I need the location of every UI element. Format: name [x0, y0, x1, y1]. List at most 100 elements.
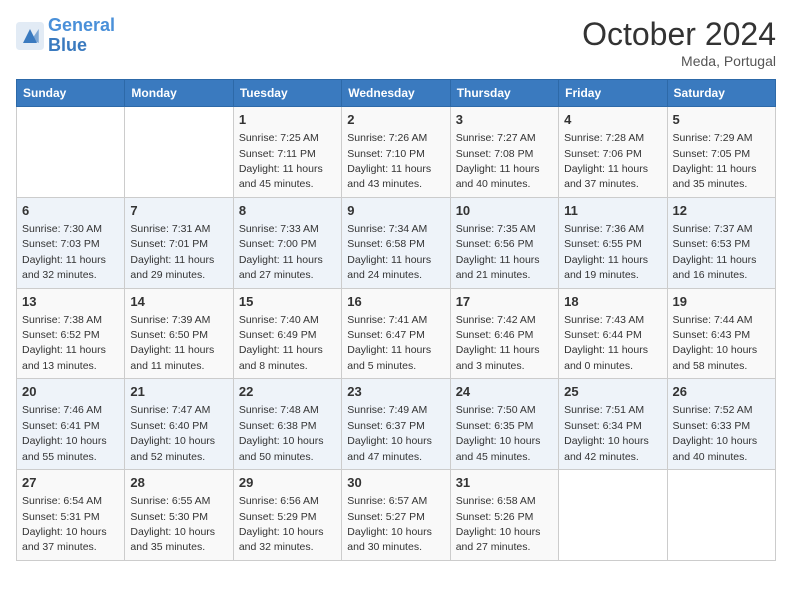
day-info: Sunrise: 7:31 AM Sunset: 7:01 PM Dayligh… [130, 223, 214, 281]
day-info: Sunrise: 6:57 AM Sunset: 5:27 PM Dayligh… [347, 495, 432, 553]
day-number: 28 [130, 474, 227, 492]
week-row-1: 1Sunrise: 7:25 AM Sunset: 7:11 PM Daylig… [17, 107, 776, 198]
day-number: 29 [239, 474, 336, 492]
day-number: 30 [347, 474, 444, 492]
header-row: SundayMondayTuesdayWednesdayThursdayFrid… [17, 80, 776, 107]
day-cell: 15Sunrise: 7:40 AM Sunset: 6:49 PM Dayli… [233, 288, 341, 379]
day-cell: 7 Sunrise: 7:31 AM Sunset: 7:01 PM Daylig… [125, 197, 233, 288]
day-info: Sunrise: 7:43 AM Sunset: 6:44 PM Dayligh… [564, 314, 648, 372]
week-row-5: 27 Sunrise: 6:54 AM Sunset: 5:31 PM Dayli… [17, 470, 776, 561]
week-row-4: 20 Sunrise: 7:46 AM Sunset: 6:41 PM Dayli… [17, 379, 776, 470]
day-cell: 30 Sunrise: 6:57 AM Sunset: 5:27 PM Dayli… [342, 470, 450, 561]
logo-icon [16, 22, 44, 50]
day-cell: 16Sunrise: 7:41 AM Sunset: 6:47 PM Dayli… [342, 288, 450, 379]
day-number: 22 [239, 383, 336, 401]
day-number: 13 [22, 293, 119, 311]
day-number: 7 [130, 202, 227, 220]
header-day-wednesday: Wednesday [342, 80, 450, 107]
day-cell: 22 Sunrise: 7:48 AM Sunset: 6:38 PM Dayli… [233, 379, 341, 470]
day-info: Sunrise: 7:33 AM Sunset: 7:00 PM Dayligh… [239, 223, 323, 281]
day-info: Sunrise: 7:40 AM Sunset: 6:49 PM Dayligh… [239, 314, 323, 372]
logo: General Blue [16, 16, 115, 56]
day-cell [17, 107, 125, 198]
day-cell: 5 Sunrise: 7:29 AM Sunset: 7:05 PM Daylig… [667, 107, 775, 198]
day-number: 16 [347, 293, 444, 311]
day-cell: 12 Sunrise: 7:37 AM Sunset: 6:53 PM Dayli… [667, 197, 775, 288]
day-number: 26 [673, 383, 770, 401]
page-header: General Blue October 2024 Meda, Portugal [16, 16, 776, 69]
day-number: 11 [564, 202, 661, 220]
day-cell: 3 Sunrise: 7:27 AM Sunset: 7:08 PM Daylig… [450, 107, 558, 198]
day-number: 17 [456, 293, 553, 311]
day-info: Sunrise: 6:54 AM Sunset: 5:31 PM Dayligh… [22, 495, 107, 553]
day-cell: 19 Sunrise: 7:44 AM Sunset: 6:43 PM Dayli… [667, 288, 775, 379]
day-cell: 20 Sunrise: 7:46 AM Sunset: 6:41 PM Dayli… [17, 379, 125, 470]
day-number: 23 [347, 383, 444, 401]
day-cell: 4 Sunrise: 7:28 AM Sunset: 7:06 PM Daylig… [559, 107, 667, 198]
day-info: Sunrise: 7:25 AM Sunset: 7:11 PM Dayligh… [239, 132, 323, 190]
location-subtitle: Meda, Portugal [582, 53, 776, 69]
day-info: Sunrise: 7:42 AM Sunset: 6:46 PM Dayligh… [456, 314, 540, 372]
day-info: Sunrise: 7:34 AM Sunset: 6:58 PM Dayligh… [347, 223, 431, 281]
header-day-sunday: Sunday [17, 80, 125, 107]
day-info: Sunrise: 7:49 AM Sunset: 6:37 PM Dayligh… [347, 404, 432, 462]
day-number: 14 [130, 293, 227, 311]
day-cell [125, 107, 233, 198]
day-info: Sunrise: 7:46 AM Sunset: 6:41 PM Dayligh… [22, 404, 107, 462]
day-info: Sunrise: 7:37 AM Sunset: 6:53 PM Dayligh… [673, 223, 757, 281]
day-info: Sunrise: 7:35 AM Sunset: 6:56 PM Dayligh… [456, 223, 540, 281]
day-number: 8 [239, 202, 336, 220]
day-number: 31 [456, 474, 553, 492]
day-number: 3 [456, 111, 553, 129]
day-number: 25 [564, 383, 661, 401]
day-number: 4 [564, 111, 661, 129]
day-info: Sunrise: 7:50 AM Sunset: 6:35 PM Dayligh… [456, 404, 541, 462]
day-cell: 26 Sunrise: 7:52 AM Sunset: 6:33 PM Dayli… [667, 379, 775, 470]
day-cell: 23 Sunrise: 7:49 AM Sunset: 6:37 PM Dayli… [342, 379, 450, 470]
day-number: 21 [130, 383, 227, 401]
day-cell: 9Sunrise: 7:34 AM Sunset: 6:58 PM Daylig… [342, 197, 450, 288]
header-day-friday: Friday [559, 80, 667, 107]
logo-line1: General [48, 15, 115, 35]
day-info: Sunrise: 7:28 AM Sunset: 7:06 PM Dayligh… [564, 132, 648, 190]
day-number: 24 [456, 383, 553, 401]
day-info: Sunrise: 7:36 AM Sunset: 6:55 PM Dayligh… [564, 223, 648, 281]
day-info: Sunrise: 7:52 AM Sunset: 6:33 PM Dayligh… [673, 404, 758, 462]
day-info: Sunrise: 6:55 AM Sunset: 5:30 PM Dayligh… [130, 495, 215, 553]
calendar-body: 1Sunrise: 7:25 AM Sunset: 7:11 PM Daylig… [17, 107, 776, 561]
day-info: Sunrise: 7:47 AM Sunset: 6:40 PM Dayligh… [130, 404, 215, 462]
week-row-3: 13Sunrise: 7:38 AM Sunset: 6:52 PM Dayli… [17, 288, 776, 379]
day-number: 12 [673, 202, 770, 220]
day-info: Sunrise: 7:48 AM Sunset: 6:38 PM Dayligh… [239, 404, 324, 462]
day-number: 19 [673, 293, 770, 311]
day-cell: 29Sunrise: 6:56 AM Sunset: 5:29 PM Dayli… [233, 470, 341, 561]
logo-text: General Blue [48, 16, 115, 56]
day-number: 10 [456, 202, 553, 220]
day-cell: 6Sunrise: 7:30 AM Sunset: 7:03 PM Daylig… [17, 197, 125, 288]
day-info: Sunrise: 7:27 AM Sunset: 7:08 PM Dayligh… [456, 132, 540, 190]
day-cell: 13Sunrise: 7:38 AM Sunset: 6:52 PM Dayli… [17, 288, 125, 379]
day-cell: 14 Sunrise: 7:39 AM Sunset: 6:50 PM Dayli… [125, 288, 233, 379]
day-info: Sunrise: 7:30 AM Sunset: 7:03 PM Dayligh… [22, 223, 106, 281]
title-block: October 2024 Meda, Portugal [582, 16, 776, 69]
week-row-2: 6Sunrise: 7:30 AM Sunset: 7:03 PM Daylig… [17, 197, 776, 288]
header-day-monday: Monday [125, 80, 233, 107]
day-info: Sunrise: 7:39 AM Sunset: 6:50 PM Dayligh… [130, 314, 214, 372]
day-cell: 27 Sunrise: 6:54 AM Sunset: 5:31 PM Dayli… [17, 470, 125, 561]
day-number: 18 [564, 293, 661, 311]
month-title: October 2024 [582, 16, 776, 53]
header-day-saturday: Saturday [667, 80, 775, 107]
day-cell: 28 Sunrise: 6:55 AM Sunset: 5:30 PM Dayli… [125, 470, 233, 561]
day-info: Sunrise: 7:44 AM Sunset: 6:43 PM Dayligh… [673, 314, 758, 372]
day-number: 2 [347, 111, 444, 129]
day-number: 5 [673, 111, 770, 129]
day-cell: 21 Sunrise: 7:47 AM Sunset: 6:40 PM Dayli… [125, 379, 233, 470]
day-number: 20 [22, 383, 119, 401]
day-number: 27 [22, 474, 119, 492]
logo-line2: Blue [48, 35, 87, 55]
day-info: Sunrise: 7:26 AM Sunset: 7:10 PM Dayligh… [347, 132, 431, 190]
day-info: Sunrise: 6:58 AM Sunset: 5:26 PM Dayligh… [456, 495, 541, 553]
day-cell: 25Sunrise: 7:51 AM Sunset: 6:34 PM Dayli… [559, 379, 667, 470]
day-info: Sunrise: 7:29 AM Sunset: 7:05 PM Dayligh… [673, 132, 757, 190]
day-cell [667, 470, 775, 561]
